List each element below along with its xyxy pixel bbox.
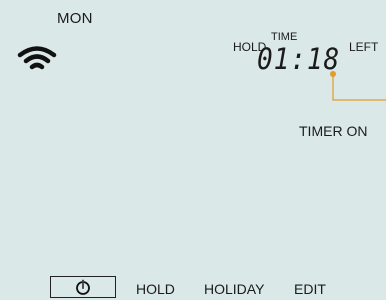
time-remaining: 01:18 [257, 42, 341, 76]
power-button[interactable] [50, 276, 116, 298]
day-indicator: MON [57, 10, 93, 27]
leader-line [330, 71, 386, 101]
left-label: LEFT [349, 40, 379, 54]
holiday-button[interactable]: HOLIDAY [204, 281, 264, 297]
wifi-icon [17, 46, 57, 70]
edit-button[interactable]: EDIT [294, 281, 326, 297]
power-icon [76, 279, 90, 295]
timer-status: TIMER ON [299, 123, 368, 139]
hold-button[interactable]: HOLD [136, 281, 175, 297]
